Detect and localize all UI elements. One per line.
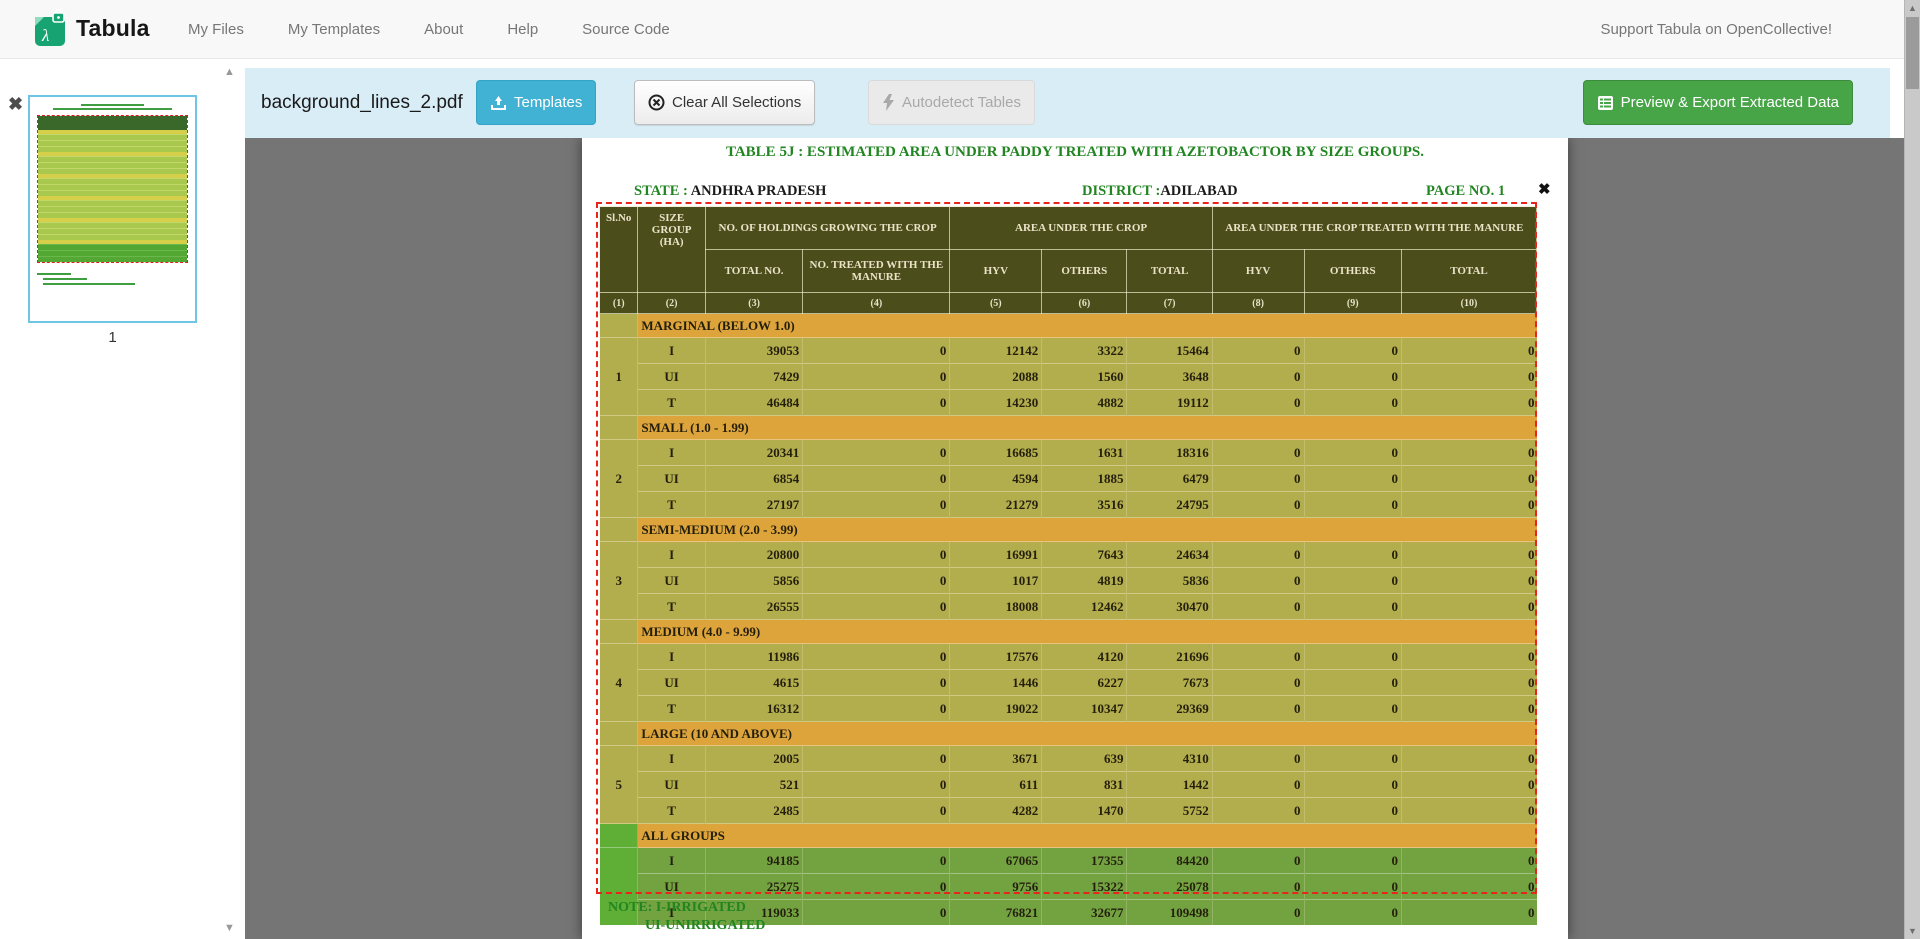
- preview-export-button[interactable]: Preview & Export Extracted Data: [1583, 80, 1853, 125]
- autodetect-tables-label: Autodetect Tables: [902, 94, 1021, 111]
- scrollbar-up-icon[interactable]: ▲: [1905, 3, 1920, 13]
- mini-note-line: [37, 273, 71, 275]
- support-link[interactable]: Support Tabula on OpenCollective!: [1600, 21, 1832, 38]
- remove-file-close-icon[interactable]: ✖: [8, 95, 23, 113]
- sidebar-thumbnails: ✖ 1 ▲ ▼: [0, 59, 245, 939]
- upload-tray-icon: [490, 95, 507, 111]
- autodetect-tables-button[interactable]: Autodetect Tables: [868, 80, 1035, 125]
- scrollbar-down-icon[interactable]: ▼: [1905, 926, 1920, 936]
- nav-item-about[interactable]: About: [424, 21, 463, 38]
- brand-name: Tabula: [76, 15, 150, 42]
- window-scrollbar[interactable]: ▲ ▼: [1904, 0, 1920, 939]
- state-field: STATE : ANDHRA PRADESH: [634, 183, 826, 200]
- navbar: λ Tabula My Files My Templates About Hel…: [0, 0, 1904, 59]
- brand-link[interactable]: λ Tabula: [34, 9, 150, 47]
- scrollbar-thumb[interactable]: [1906, 17, 1919, 89]
- remove-circle-icon: [648, 94, 665, 111]
- mini-title-line: [53, 108, 172, 110]
- page-thumbnail-preview: [30, 97, 195, 321]
- file-name: background_lines_2.pdf: [261, 92, 463, 114]
- lightning-icon: [882, 94, 895, 111]
- page-thumbnail[interactable]: [28, 95, 197, 323]
- district-field: DISTRICT :ADILABAD: [1082, 183, 1238, 200]
- table-list-icon: [1597, 95, 1614, 111]
- templates-button-label: Templates: [514, 94, 582, 111]
- state-label: STATE :: [634, 183, 688, 199]
- value-cell: 0: [1401, 900, 1536, 926]
- mini-title-line: [81, 104, 144, 106]
- value-cell: 76821: [950, 900, 1042, 926]
- selection-overlay[interactable]: [596, 202, 1537, 894]
- mini-note-line: [43, 283, 135, 285]
- toolbar: background_lines_2.pdf Templates: [245, 68, 1890, 138]
- nav-links: My Files My Templates About Help Source …: [188, 0, 670, 58]
- nav-item-source-code[interactable]: Source Code: [582, 21, 670, 38]
- sidebar-scroll-up-icon[interactable]: ▲: [224, 67, 235, 78]
- sidebar-scroll-down-icon[interactable]: ▼: [224, 923, 235, 934]
- content-area: ✖ 1 ▲ ▼ background_lines_2.pdf: [0, 59, 1904, 939]
- pdf-page[interactable]: TABLE 5J : ESTIMATED AREA UNDER PADDY TR…: [582, 138, 1568, 939]
- value-cell: 0: [803, 900, 950, 926]
- clear-all-selections-button[interactable]: Clear All Selections: [634, 80, 815, 125]
- nav-item-help[interactable]: Help: [507, 21, 538, 38]
- selection-close-icon[interactable]: ✖: [1538, 182, 1551, 197]
- mini-note-line: [43, 278, 87, 280]
- district-value: ADILABAD: [1160, 183, 1237, 199]
- main-panel: background_lines_2.pdf Templates: [245, 59, 1904, 939]
- pdf-table-title: TABLE 5J : ESTIMATED AREA UNDER PADDY TR…: [582, 144, 1568, 161]
- svg-text:λ: λ: [41, 26, 49, 45]
- tabula-logo-icon: λ: [34, 9, 67, 47]
- note-line-2: UI-UNIRRIGATED: [645, 918, 765, 934]
- preview-export-label: Preview & Export Extracted Data: [1621, 94, 1839, 111]
- mini-table-header: [38, 116, 187, 130]
- nav-item-my-files[interactable]: My Files: [188, 21, 244, 38]
- clear-all-selections-label: Clear All Selections: [672, 94, 801, 111]
- value-cell: 0: [1212, 900, 1304, 926]
- value-cell: 0: [1304, 900, 1401, 926]
- templates-button[interactable]: Templates: [476, 80, 596, 125]
- nav-item-my-templates[interactable]: My Templates: [288, 21, 380, 38]
- mini-data-row: [38, 256, 187, 262]
- value-cell: 109498: [1127, 900, 1212, 926]
- pdf-viewport: TABLE 5J : ESTIMATED AREA UNDER PADDY TR…: [245, 138, 1904, 939]
- note-line-1: NOTE: I-IRRIGATED: [608, 900, 746, 916]
- district-label: DISTRICT :: [1082, 183, 1160, 199]
- mini-table: [37, 115, 188, 263]
- page-thumbnail-label: 1: [28, 329, 197, 346]
- value-cell: 32677: [1042, 900, 1127, 926]
- state-value: ANDHRA PRADESH: [691, 183, 827, 199]
- page-no-label: PAGE NO. 1: [1426, 183, 1505, 200]
